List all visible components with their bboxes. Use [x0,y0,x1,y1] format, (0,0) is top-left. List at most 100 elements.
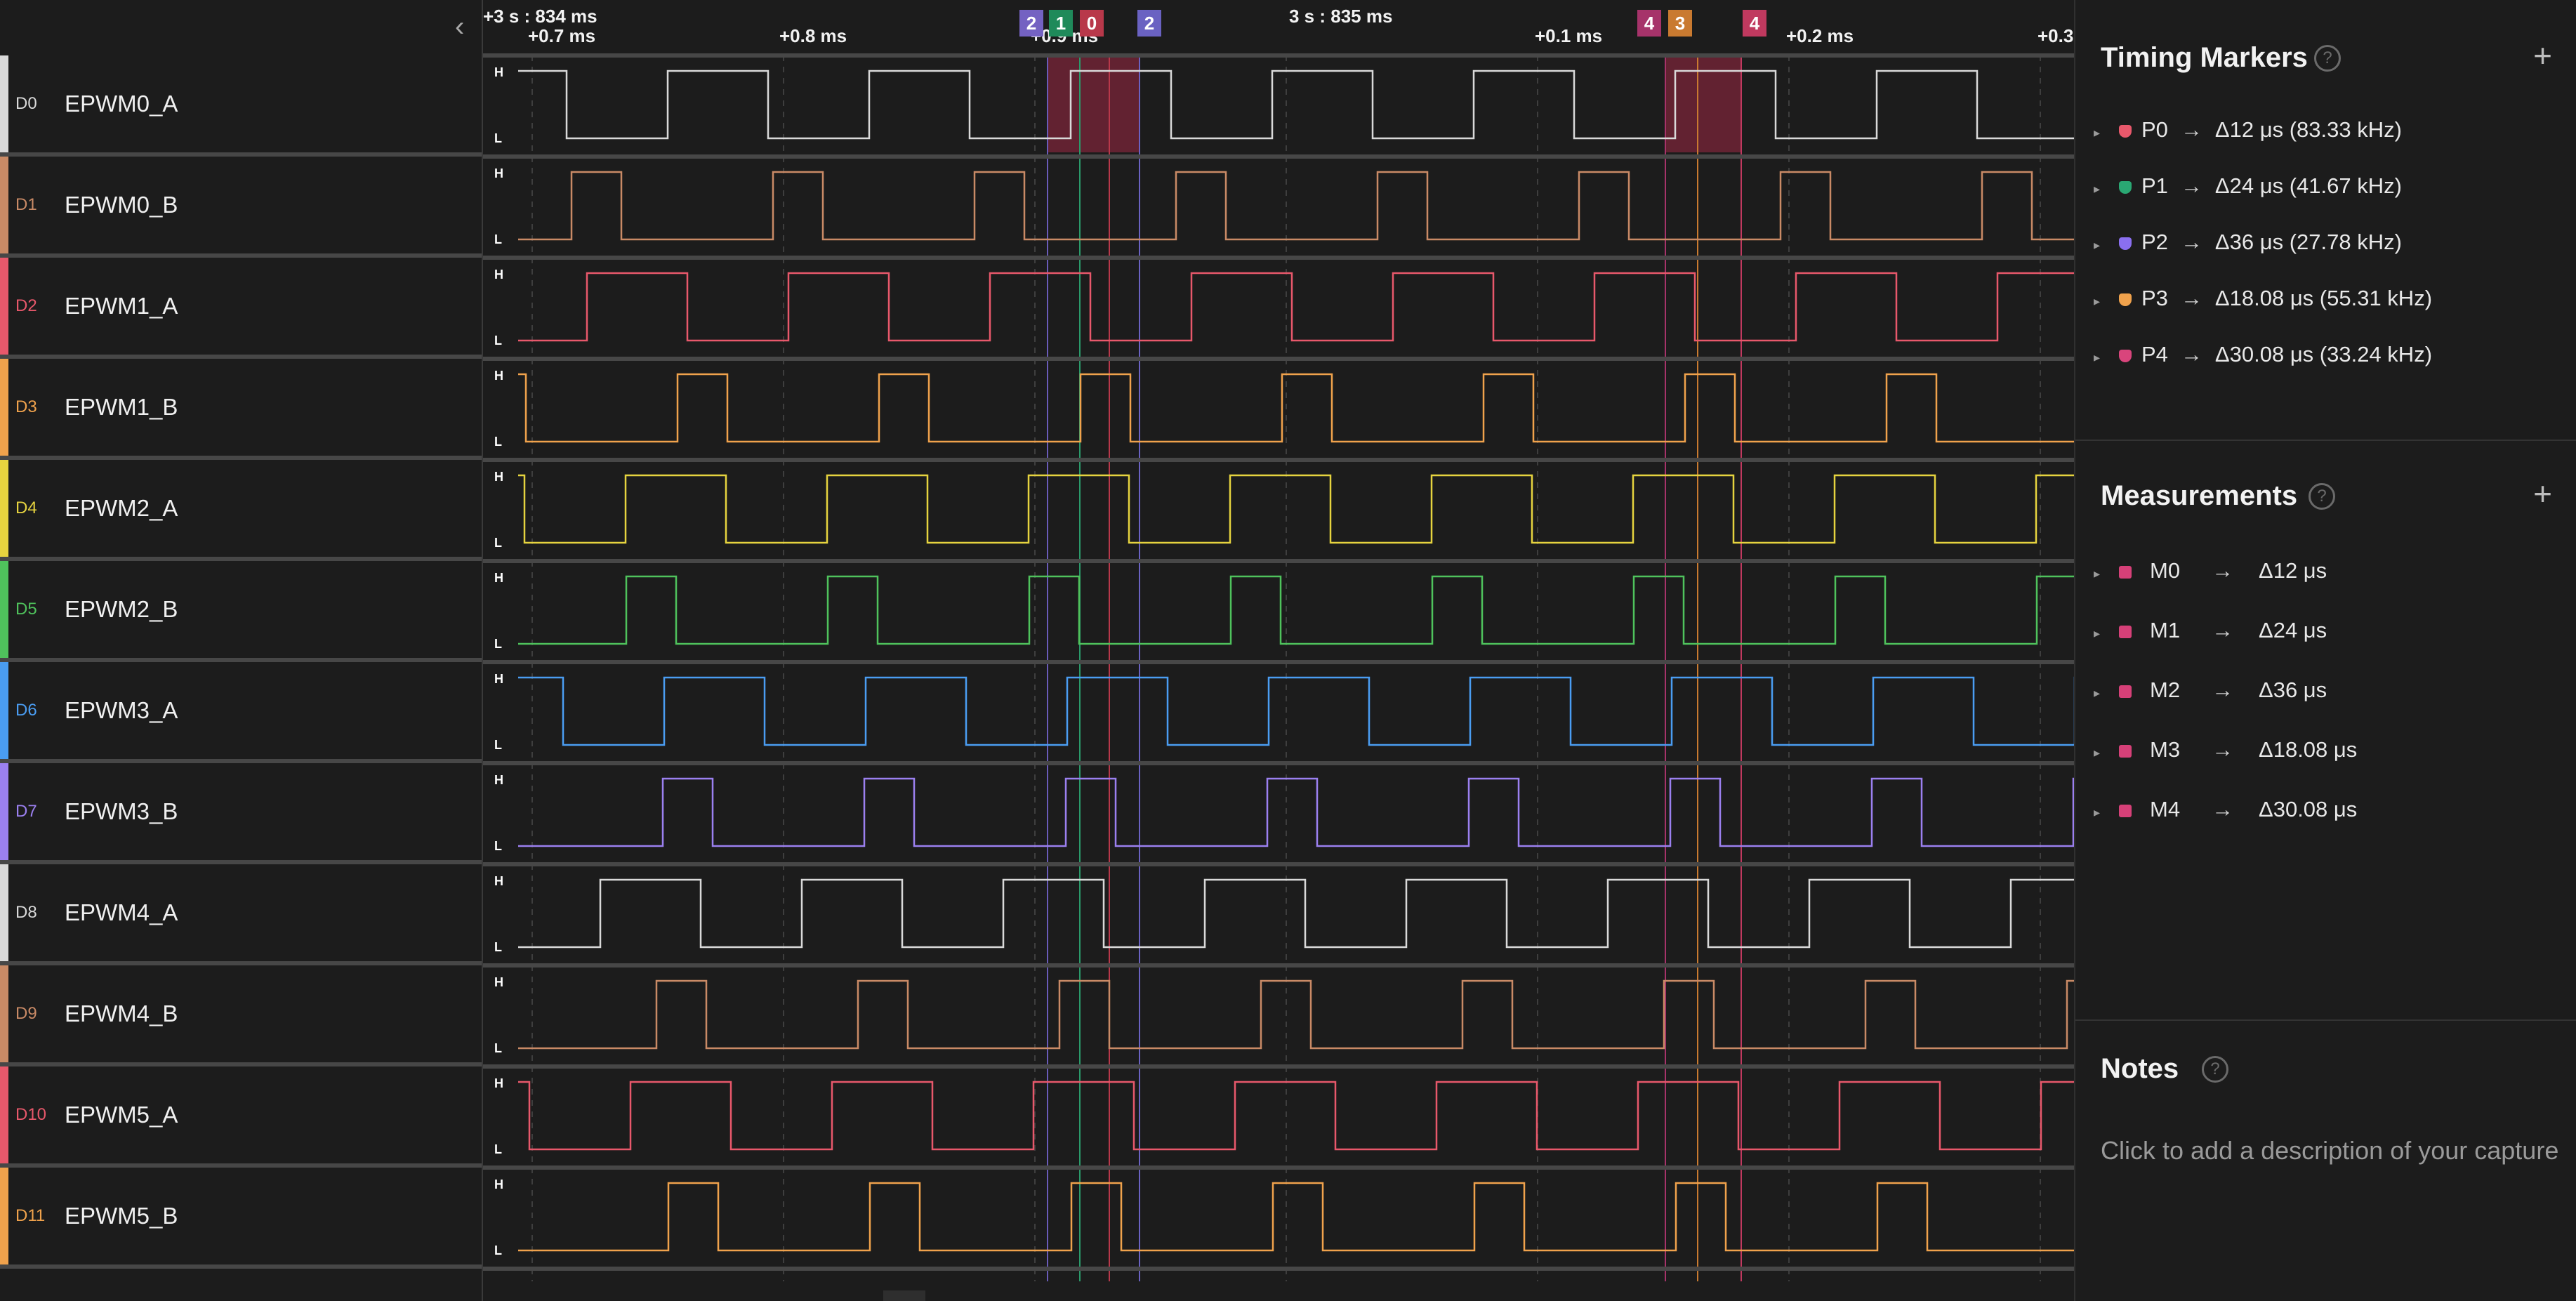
right-arrow-icon: → [2180,117,2202,142]
marker-label: P1 [2141,173,2168,198]
marker-label: P2 [2141,230,2168,254]
add-measurement-button[interactable]: + [2533,475,2552,513]
channel-name[interactable]: EPWM0_A [65,55,178,152]
expand-arrow-icon[interactable]: ▸ [2094,675,2113,711]
expand-arrow-icon[interactable]: ▸ [2094,227,2113,263]
channel-row[interactable]: D11 EPWM5_B [0,1168,482,1269]
channel-row[interactable]: D7 EPWM3_B [0,763,482,864]
channel-color-indicator [0,965,8,1062]
right-arrow-icon: → [2212,737,2233,762]
expand-arrow-icon[interactable]: ▸ [2094,115,2113,150]
channel-row[interactable]: D6 EPWM3_A [0,662,482,763]
expand-arrow-icon[interactable]: ▸ [2094,340,2113,375]
channel-name[interactable]: EPWM2_B [65,561,178,658]
level-high-label: H [494,672,503,686]
channel-name[interactable]: EPWM3_A [65,662,178,759]
channel-name[interactable]: EPWM2_A [65,460,178,557]
expand-arrow-icon[interactable]: ▸ [2094,795,2113,830]
waveform-EPWM1_B [518,373,2075,443]
add-timing-marker-button[interactable]: + [2533,37,2552,74]
channel-row[interactable]: D5 EPWM2_B [0,561,482,662]
channel-id: D3 [15,397,37,416]
waveform-EPWM3_A [518,676,2075,746]
marker-value: Δ36 μs (27.78 kHz) [2214,230,2402,254]
level-low-label: L [494,1041,502,1055]
side-panel: Timing Markers ? + ▸ P0 → Δ12 μs (83.33 kHz… [2074,0,2576,1301]
waveform-canvas[interactable]: H L H L H L H L H L H L H L H L H L H L H L H L [483,0,2075,1301]
channel-id: D2 [15,296,37,315]
expand-arrow-icon[interactable]: ▸ [2094,284,2113,319]
expand-arrow-icon[interactable]: ▸ [2094,556,2113,591]
expand-arrow-icon[interactable]: ▸ [2094,735,2113,770]
channel-row[interactable]: D4 EPWM2_A [0,460,482,561]
channel-row[interactable]: D2 EPWM1_A [0,258,482,359]
measurement-item[interactable]: ▸ M4 → Δ30.08 μs [2094,792,2357,827]
marker-value: Δ12 μs (83.33 kHz) [2214,117,2402,142]
level-high-label: H [494,975,503,989]
right-arrow-icon: → [2212,797,2233,821]
expand-arrow-icon[interactable]: ▸ [2094,171,2113,206]
channel-color-indicator [0,662,8,759]
channel-name[interactable]: EPWM4_B [65,965,178,1062]
channel-name[interactable]: EPWM3_B [65,763,178,860]
channel-name[interactable]: EPWM5_B [65,1168,178,1264]
measurement-item[interactable]: ▸ M0 → Δ12 μs [2094,553,2327,588]
waveform-view[interactable]: ‹ +3 s : 834 ms 3 s : 835 ms +0.7 ms +0.… [455,0,2075,1301]
channel-row[interactable]: D0 EPWM0_A [0,55,482,157]
channel-row[interactable]: D9 EPWM4_B [0,965,482,1066]
timing-marker-item[interactable]: ▸ P2 → Δ36 μs (27.78 kHz) [2094,225,2402,260]
channel-id: D1 [15,195,37,214]
measurement-item[interactable]: ▸ M1 → Δ24 μs [2094,613,2327,648]
timing-marker-item[interactable]: ▸ P3 → Δ18.08 μs (55.31 kHz) [2094,281,2432,316]
notes-input[interactable]: Click to add a description of your captu… [2101,1136,2558,1165]
row-separator [483,862,2075,866]
row-separator [483,660,2075,664]
marker-region-highlight [1665,55,1741,152]
level-low-label: L [494,1142,502,1156]
channel-row[interactable]: D10 EPWM5_A [0,1066,482,1168]
waveform-EPWM0_A [518,70,2075,140]
expand-arrow-icon[interactable]: ▸ [2094,616,2113,651]
level-high-label: H [494,268,503,282]
channel-name[interactable]: EPWM0_B [65,157,178,253]
level-low-label: L [494,738,502,752]
channel-id: D4 [15,498,37,517]
measurement-value: Δ30.08 μs [2259,797,2358,821]
level-low-label: L [494,536,502,550]
measurement-item[interactable]: ▸ M3 → Δ18.08 μs [2094,732,2357,767]
help-icon[interactable]: ? [2314,45,2341,72]
row-separator [483,761,2075,765]
channel-name[interactable]: EPWM1_B [65,359,178,456]
channel-name[interactable]: EPWM5_A [65,1066,178,1163]
measurement-item[interactable]: ▸ M2 → Δ36 μs [2094,673,2327,708]
right-arrow-icon: → [2180,342,2202,366]
channel-color-indicator [0,561,8,658]
timing-marker-item[interactable]: ▸ P0 → Δ12 μs (83.33 kHz) [2094,112,2402,147]
right-arrow-icon: → [2180,173,2202,198]
channel-row[interactable]: D8 EPWM4_A [0,864,482,965]
row-separator [483,1267,2075,1271]
horizontal-scroll-handle[interactable] [883,1290,925,1301]
help-icon[interactable]: ? [2202,1056,2228,1083]
collapse-chevron-icon[interactable]: ‹ [455,11,464,43]
waveform-EPWM3_B [518,777,2075,847]
channel-id: D5 [15,600,37,619]
row-separator [483,154,2075,159]
logic-analyzer-app: D0 EPWM0_A D1 EPWM0_B D2 EPWM1_A D3 EPWM1_B D4 EP… [0,0,2576,1301]
measurement-value: Δ12 μs [2259,558,2327,583]
timing-marker-item[interactable]: ▸ P1 → Δ24 μs (41.67 kHz) [2094,169,2402,204]
level-high-label: H [494,65,503,79]
marker-value: Δ30.08 μs (33.24 kHz) [2214,342,2433,366]
channel-name[interactable]: EPWM1_A [65,258,178,355]
channel-row[interactable]: D1 EPWM0_B [0,157,482,258]
marker-value: Δ18.08 μs (55.31 kHz) [2214,286,2433,310]
measurement-label: M4 [2150,797,2181,821]
help-icon[interactable]: ? [2309,483,2335,510]
channel-row[interactable]: D3 EPWM1_B [0,359,482,460]
channel-color-indicator [0,763,8,860]
marker-pin-icon [2119,349,2132,362]
timing-marker-item[interactable]: ▸ P4 → Δ30.08 μs (33.24 kHz) [2094,337,2432,372]
marker-pin-icon [2119,180,2132,194]
channel-name[interactable]: EPWM4_A [65,864,178,961]
channel-color-indicator [0,864,8,961]
